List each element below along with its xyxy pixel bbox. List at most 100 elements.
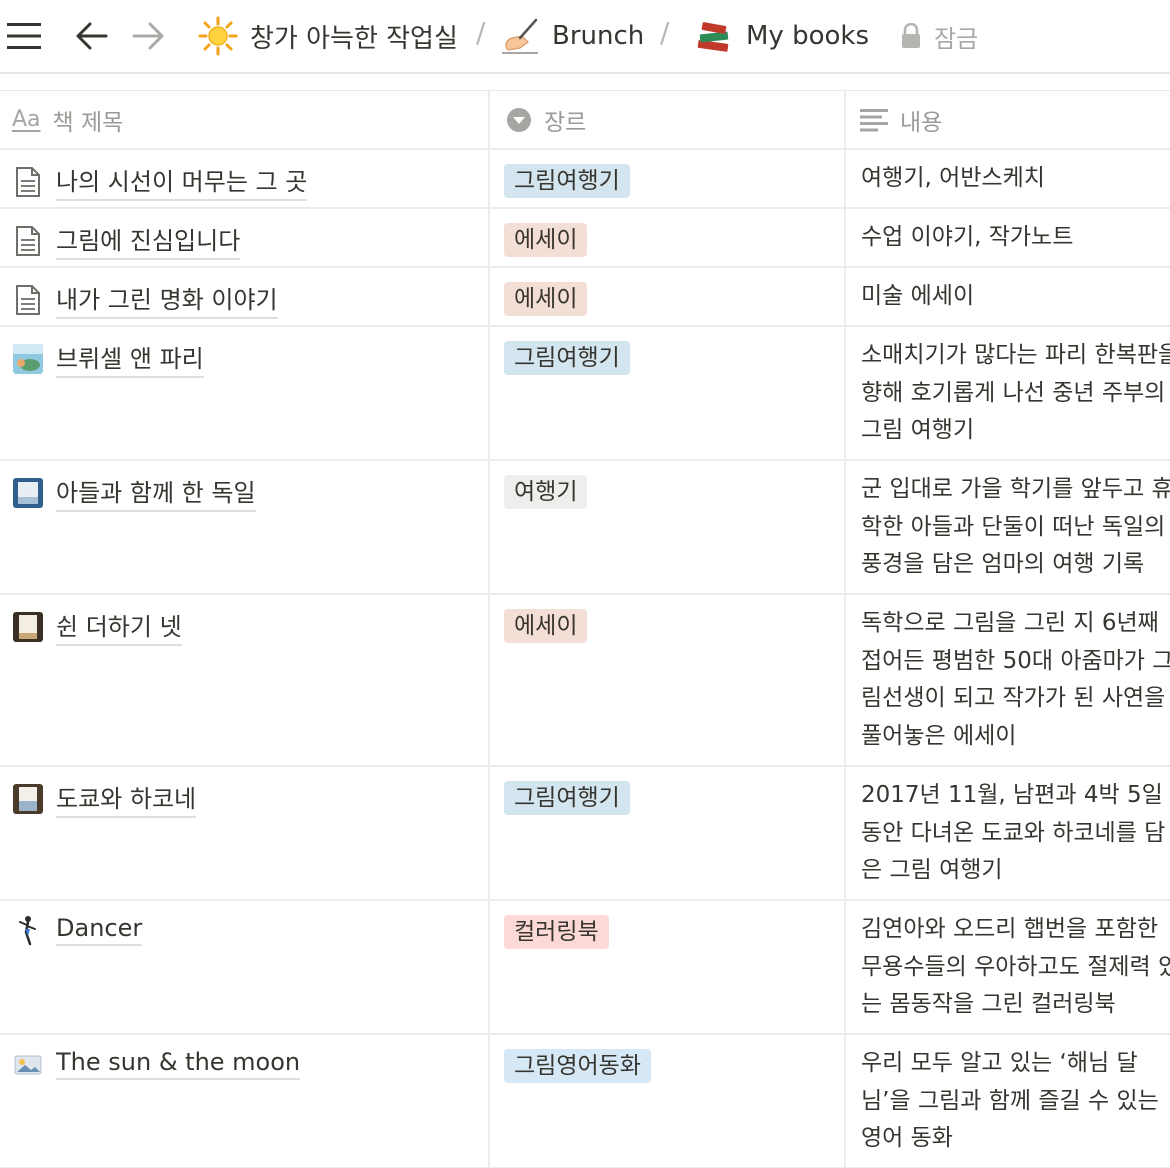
content-cell[interactable]: 소매치기가 많다는 파리 한복판을 향해 호기롭게 나선 중년 주부의 그림 여… <box>846 327 1170 459</box>
book-description: 수업 이야기, 작가노트 <box>861 224 1074 250</box>
writing-hand-icon <box>500 16 540 56</box>
column-header-label: 장르 <box>544 109 587 136</box>
content-cell[interactable]: 독학으로 그림을 그린 지 6년째 접어든 평범한 50대 아줌마가 그 림선생… <box>846 595 1170 765</box>
table-row[interactable]: The sun & the moon 그림영어동화 우리 모두 알고 있는 ‘해… <box>0 1035 1170 1168</box>
content-cell[interactable]: 미술 에세이 <box>846 268 1170 325</box>
genre-tag: 그림여행기 <box>504 164 630 198</box>
title-aa-icon: Aa <box>12 107 41 132</box>
content-cell[interactable]: 2017년 11월, 남편과 4박 5일 동안 다녀온 도쿄와 하코네를 담 은… <box>846 767 1170 899</box>
lock-icon <box>900 23 922 49</box>
lock-label: 잠금 <box>934 24 979 53</box>
picture-icon <box>12 1047 44 1081</box>
genre-cell[interactable]: 컬러링북 <box>490 901 846 1033</box>
genre-tag: 그림여행기 <box>504 341 630 375</box>
genre-tag: 컬러링북 <box>504 915 609 949</box>
genre-tag: 여행기 <box>504 475 588 509</box>
breadcrumb-separator: / <box>660 16 670 49</box>
title-cell[interactable]: 쉰 더하기 넷 <box>0 595 490 765</box>
content-cell[interactable]: 여행기, 어반스케치 <box>846 150 1170 207</box>
table-row[interactable]: 쉰 더하기 넷 에세이 독학으로 그림을 그린 지 6년째 접어든 평범한 50… <box>0 595 1170 767</box>
book-description: 2017년 11월, 남편과 4박 5일 동안 다녀온 도쿄와 하코네를 담 은… <box>861 782 1166 883</box>
content-cell[interactable]: 우리 모두 알고 있는 ‘해님 달 님’을 그림과 함께 즐길 수 있는 영어 … <box>846 1035 1170 1167</box>
book-title[interactable]: The sun & the moon <box>56 1048 301 1080</box>
book-description: 독학으로 그림을 그린 지 6년째 접어든 평범한 50대 아줌마가 그 림선생… <box>861 610 1170 749</box>
genre-tag: 그림영어동화 <box>504 1049 651 1083</box>
title-cell[interactable]: 나의 시선이 머무는 그 곳 <box>0 150 490 207</box>
document-icon <box>12 224 44 258</box>
breadcrumb-my-books[interactable]: My books <box>694 14 869 58</box>
table-row[interactable]: 나의 시선이 머무는 그 곳 그림여행기 여행기, 어반스케치 <box>0 150 1170 209</box>
breadcrumb-label: 창가 아늑한 작업실 <box>250 23 458 54</box>
books-table: Aa 책 제목 장르 내용 나의 시선이 머무는 그 곳 그림여행기 여행기, … <box>0 90 1170 1168</box>
text-lines-icon <box>860 108 888 132</box>
breadcrumb-label: Brunch <box>552 21 645 51</box>
genre-cell[interactable]: 에세이 <box>490 268 846 325</box>
genre-tag: 그림여행기 <box>504 781 630 815</box>
table-row[interactable]: 브뤼셀 앤 파리 그림여행기 소매치기가 많다는 파리 한복판을 향해 호기롭게… <box>0 327 1170 461</box>
book-cover-icon <box>12 342 44 376</box>
back-arrow-icon[interactable] <box>74 18 110 54</box>
breadcrumb-workspace[interactable]: 창가 아늑한 작업실 <box>198 14 458 58</box>
column-header-title[interactable]: Aa 책 제목 <box>0 91 490 148</box>
book-title[interactable]: 도쿄와 하코네 <box>56 779 197 818</box>
title-cell[interactable]: 내가 그린 명화 이야기 <box>0 268 490 325</box>
genre-tag: 에세이 <box>504 609 588 643</box>
book-description: 미술 에세이 <box>861 283 975 309</box>
sun-icon <box>198 16 238 56</box>
table-row[interactable]: Dancer 컬러링북 김연아와 오드리 햅번을 포함한 무용수들의 우아하고도… <box>0 901 1170 1035</box>
genre-cell[interactable]: 에세이 <box>490 209 846 266</box>
content-cell[interactable]: 군 입대로 가을 학기를 앞두고 휴 학한 아들과 단둘이 떠난 독일의 풍경을… <box>846 461 1170 593</box>
genre-cell[interactable]: 그림여행기 <box>490 327 846 459</box>
book-description: 군 입대로 가을 학기를 앞두고 휴 학한 아들과 단둘이 떠난 독일의 풍경을… <box>861 476 1170 577</box>
breadcrumb-separator: / <box>476 16 486 49</box>
genre-cell[interactable]: 그림여행기 <box>490 767 846 899</box>
genre-cell[interactable]: 그림영어동화 <box>490 1035 846 1167</box>
breadcrumb-label: My books <box>746 21 870 51</box>
book-cover-icon <box>12 610 44 644</box>
menu-icon[interactable] <box>6 18 42 54</box>
genre-cell[interactable]: 여행기 <box>490 461 846 593</box>
title-cell[interactable]: The sun & the moon <box>0 1035 490 1167</box>
table-row[interactable]: 내가 그린 명화 이야기 에세이 미술 에세이 <box>0 268 1170 327</box>
document-icon <box>12 283 44 317</box>
breadcrumb-brunch[interactable]: Brunch <box>500 14 644 58</box>
title-cell[interactable]: 그림에 진심입니다 <box>0 209 490 266</box>
top-bar: 창가 아늑한 작업실 / Brunch / My books 잠금 <box>0 0 1170 74</box>
document-icon <box>12 165 44 199</box>
book-title[interactable]: 브뤼셀 앤 파리 <box>56 339 204 378</box>
title-cell[interactable]: 브뤼셀 앤 파리 <box>0 327 490 459</box>
books-icon <box>694 16 734 56</box>
table-row[interactable]: 도쿄와 하코네 그림여행기 2017년 11월, 남편과 4박 5일 동안 다녀… <box>0 767 1170 901</box>
genre-tag: 에세이 <box>504 223 588 257</box>
book-title[interactable]: 나의 시선이 머무는 그 곳 <box>56 162 308 201</box>
column-header-content[interactable]: 내용 <box>846 91 1170 148</box>
book-description: 소매치기가 많다는 파리 한복판을 향해 호기롭게 나선 중년 주부의 그림 여… <box>861 342 1170 443</box>
book-title[interactable]: 그림에 진심입니다 <box>56 221 241 260</box>
genre-cell[interactable]: 에세이 <box>490 595 846 765</box>
column-header-genre[interactable]: 장르 <box>490 91 846 148</box>
column-header-label: 책 제목 <box>52 109 124 136</box>
genre-cell[interactable]: 그림여행기 <box>490 150 846 207</box>
book-description: 여행기, 어반스케치 <box>861 165 1045 191</box>
column-header-label: 내용 <box>900 109 943 136</box>
select-icon <box>506 107 532 133</box>
book-title[interactable]: 내가 그린 명화 이야기 <box>56 280 278 319</box>
book-title[interactable]: 쉰 더하기 넷 <box>56 607 182 646</box>
table-row[interactable]: 아들과 함께 한 독일 여행기 군 입대로 가을 학기를 앞두고 휴 학한 아들… <box>0 461 1170 595</box>
table-row[interactable]: 그림에 진심입니다 에세이 수업 이야기, 작가노트 <box>0 209 1170 268</box>
title-cell[interactable]: 아들과 함께 한 독일 <box>0 461 490 593</box>
book-title[interactable]: Dancer <box>56 914 143 946</box>
dancer-icon <box>12 913 44 947</box>
book-cover-icon <box>12 782 44 816</box>
content-cell[interactable]: 수업 이야기, 작가노트 <box>846 209 1170 266</box>
title-cell[interactable]: 도쿄와 하코네 <box>0 767 490 899</box>
lock-status[interactable]: 잠금 <box>900 14 978 58</box>
book-title[interactable]: 아들과 함께 한 독일 <box>56 473 256 512</box>
table-header-row: Aa 책 제목 장르 내용 <box>0 91 1170 150</box>
book-cover-icon <box>12 476 44 510</box>
book-description: 우리 모두 알고 있는 ‘해님 달 님’을 그림과 함께 즐길 수 있는 영어 … <box>861 1050 1159 1151</box>
genre-tag: 에세이 <box>504 282 588 316</box>
title-cell[interactable]: Dancer <box>0 901 490 1033</box>
forward-arrow-icon[interactable] <box>130 18 166 54</box>
content-cell[interactable]: 김연아와 오드리 햅번을 포함한 무용수들의 우아하고도 절제력 있 는 몸동작… <box>846 901 1170 1033</box>
